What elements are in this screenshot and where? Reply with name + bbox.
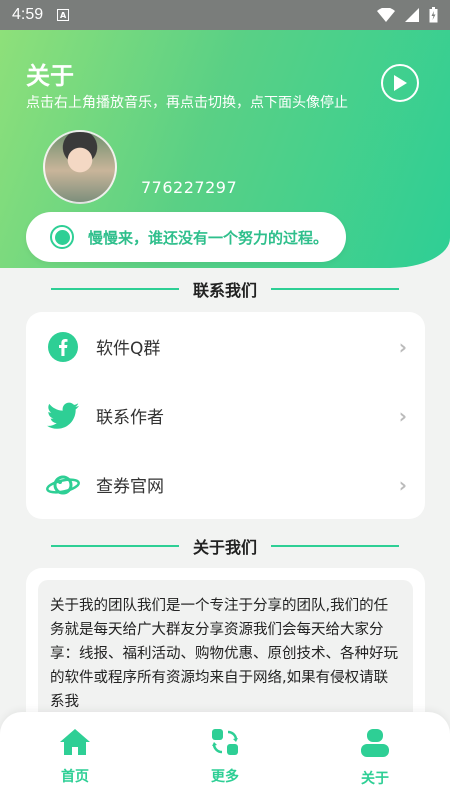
- avatar[interactable]: [43, 130, 117, 204]
- chevron-right-icon: ›: [398, 403, 407, 428]
- list-item-label: 软件Q群: [96, 339, 161, 359]
- signal-icon: [405, 8, 419, 22]
- play-music-button[interactable]: [381, 64, 419, 102]
- status-bar: 4:59 A: [0, 0, 450, 30]
- divider: [50, 545, 179, 547]
- list-item-label: 查券官网: [96, 477, 164, 497]
- tab-label: 关于: [361, 771, 389, 787]
- twitter-icon: [46, 399, 80, 433]
- motto-banner: 慢慢来，谁还没有一个努力的过程。: [26, 212, 346, 262]
- page-subtitle: 点击右上角播放音乐，再点击切换，点下面头像停止: [26, 95, 348, 111]
- chevron-right-icon: ›: [398, 472, 407, 497]
- contact-section-title: 联系我们: [0, 277, 450, 301]
- status-time: 4:59: [12, 6, 44, 23]
- user-icon: [361, 729, 389, 757]
- divider: [50, 288, 179, 290]
- notification-icon: A: [57, 9, 70, 21]
- switch-icon: [212, 729, 238, 755]
- planet-icon: [46, 468, 80, 502]
- play-icon: [394, 75, 407, 91]
- user-id: 776227297: [141, 178, 238, 197]
- about-section-title: 关于我们: [0, 534, 450, 558]
- motto-text: 慢慢来，谁还没有一个努力的过程。: [88, 228, 329, 247]
- contact-title-text: 联系我们: [192, 281, 257, 300]
- status-icons: [377, 7, 438, 23]
- chevron-right-icon: ›: [398, 334, 407, 359]
- divider: [271, 545, 399, 547]
- battery-icon: [429, 7, 438, 23]
- tab-about[interactable]: 关于: [300, 712, 450, 800]
- contact-list: 软件Q群 › 联系作者 › 查券官网 ›: [26, 312, 425, 519]
- page-title: 关于: [26, 62, 74, 90]
- about-title-text: 关于我们: [192, 538, 257, 557]
- list-item-qq-group[interactable]: 软件Q群 ›: [26, 312, 425, 381]
- tab-home[interactable]: 首页: [0, 712, 150, 800]
- dot-icon: [50, 225, 74, 249]
- about-card: 关于我的团队我们是一个专注于分享的团队,我们的任务就是每天给广大群友分享资源我们…: [26, 568, 425, 760]
- home-icon: [60, 729, 90, 755]
- bottom-tab-bar: 首页 更多 关于: [0, 712, 450, 800]
- list-item-label: 联系作者: [96, 408, 164, 428]
- list-item-contact-author[interactable]: 联系作者 ›: [26, 381, 425, 450]
- tab-more[interactable]: 更多: [150, 712, 300, 800]
- facebook-icon: [46, 330, 80, 364]
- tab-label: 首页: [61, 769, 89, 785]
- wifi-icon: [377, 8, 395, 22]
- list-item-coupon-site[interactable]: 查券官网 ›: [26, 450, 425, 519]
- tab-label: 更多: [211, 769, 239, 785]
- divider: [271, 288, 399, 290]
